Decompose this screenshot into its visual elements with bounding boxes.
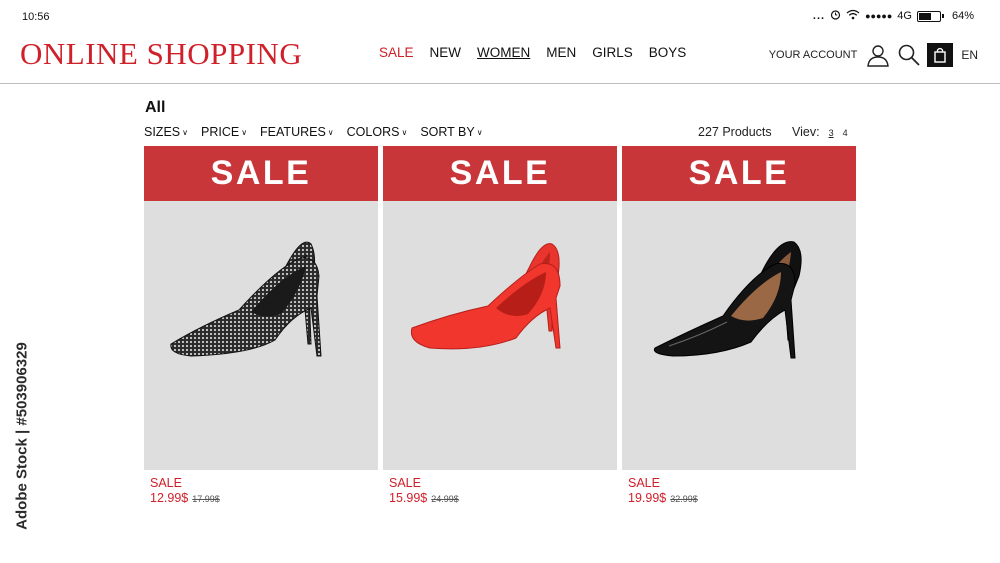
site-logo[interactable]: ONLINE SHOPPING [20, 36, 302, 72]
sale-label: SALE [389, 476, 421, 490]
your-account-link[interactable]: YOUR ACCOUNT [769, 49, 858, 61]
filter-label: PRICE [200, 125, 240, 139]
sale-banner: SALE [622, 146, 856, 201]
view-label: Viev: [792, 125, 820, 139]
nav-new[interactable]: NEW [430, 45, 462, 60]
red-suede-pumps-image [410, 243, 561, 350]
nav-women[interactable]: WOMEN [477, 45, 530, 60]
status-indicators: ... ●●●●● 4G 64% [813, 9, 974, 23]
sale-banner-text: SALE [688, 154, 790, 192]
view-selector: Viev: 3 4 [792, 125, 848, 139]
battery-percent: 64% [951, 10, 974, 22]
black-patent-pumps-image [653, 241, 802, 359]
chevron-down-icon: ∨ [182, 127, 188, 137]
sale-banner-text: SALE [210, 154, 312, 192]
sort-by[interactable]: SORT BY ∨ [420, 125, 482, 139]
chevron-down-icon: ∨ [241, 127, 248, 137]
original-price: 24.99$ [431, 494, 459, 504]
product-card[interactable]: SALE [144, 146, 378, 470]
sale-banner: SALE [144, 146, 378, 201]
product-info: SALE 15.99$ 24.99$ [389, 476, 623, 505]
user-icon[interactable] [865, 42, 891, 68]
sale-banner: SALE [383, 146, 617, 201]
signal-strength: ●●●●● [865, 11, 893, 21]
original-price: 17.99$ [192, 494, 220, 504]
chevron-down-icon: ∨ [327, 127, 334, 137]
alarm-icon [830, 9, 841, 23]
chevron-down-icon: ∨ [476, 127, 483, 137]
status-bar: 10:56 ... ●●●●● 4G 64% [0, 0, 1000, 34]
filter-label: COLORS [346, 125, 400, 139]
nav-boys[interactable]: BOYS [649, 45, 687, 60]
current-price: 12.99$ [150, 491, 189, 505]
price-row: 19.99$ 32.99$ [628, 491, 862, 505]
price-row: 15.99$ 24.99$ [389, 491, 623, 505]
sale-banner-text: SALE [449, 154, 551, 192]
nav-men[interactable]: MEN [546, 45, 576, 60]
black-rhinestone-pumps-image [170, 241, 322, 357]
view-option-4[interactable]: 4 [843, 128, 848, 138]
filter-label: SORT BY [420, 125, 475, 139]
page-title: All [145, 99, 166, 116]
watermark-text: Adobe Stock | #503906329 [13, 342, 31, 530]
chevron-down-icon: ∨ [401, 127, 408, 137]
status-time: 10:56 [22, 11, 50, 23]
filter-bar: SIZES ∨ PRICE ∨ FEATURES ∨ COLORS ∨ SORT BY ∨ [144, 125, 496, 139]
shopping-bag-icon[interactable] [927, 43, 954, 67]
nav-sale[interactable]: SALE [379, 45, 414, 60]
product-card[interactable]: SALE [383, 146, 617, 470]
network-type: 4G [897, 10, 912, 22]
price-row: 12.99$ 17.99$ [150, 491, 384, 505]
sale-label: SALE [628, 476, 660, 490]
main-nav: SALE NEW WOMEN MEN GIRLS BOYS [379, 45, 702, 60]
filter-sizes[interactable]: SIZES ∨ [144, 125, 188, 139]
current-price: 19.99$ [628, 491, 667, 505]
product-count: 227 Products [698, 125, 772, 139]
nav-girls[interactable]: GIRLS [592, 45, 633, 60]
header-actions: YOUR ACCOUNT EN [769, 42, 978, 68]
battery-icon [916, 10, 944, 22]
site-header: ONLINE SHOPPING SALE NEW WOMEN MEN GIRLS… [0, 34, 1000, 84]
filter-label: SIZES [144, 125, 181, 139]
wifi-icon [846, 9, 860, 23]
sale-label: SALE [150, 476, 182, 490]
filter-price[interactable]: PRICE ∨ [201, 125, 247, 139]
current-price: 15.99$ [389, 491, 428, 505]
product-info: SALE 19.99$ 32.99$ [628, 476, 862, 505]
product-info: SALE 12.99$ 17.99$ [150, 476, 384, 505]
filter-colors[interactable]: COLORS ∨ [347, 125, 408, 139]
search-icon[interactable] [896, 42, 922, 68]
view-option-3[interactable]: 3 [829, 128, 834, 138]
language-selector[interactable]: EN [961, 48, 978, 62]
filter-label: FEATURES [260, 125, 326, 139]
stock-watermark: Adobe Stock | #503906329 [12, 322, 32, 550]
original-price: 32.99$ [670, 494, 698, 504]
product-card[interactable]: SALE [622, 146, 856, 470]
filter-features[interactable]: FEATURES ∨ [260, 125, 334, 139]
more-dots: ... [812, 10, 826, 22]
